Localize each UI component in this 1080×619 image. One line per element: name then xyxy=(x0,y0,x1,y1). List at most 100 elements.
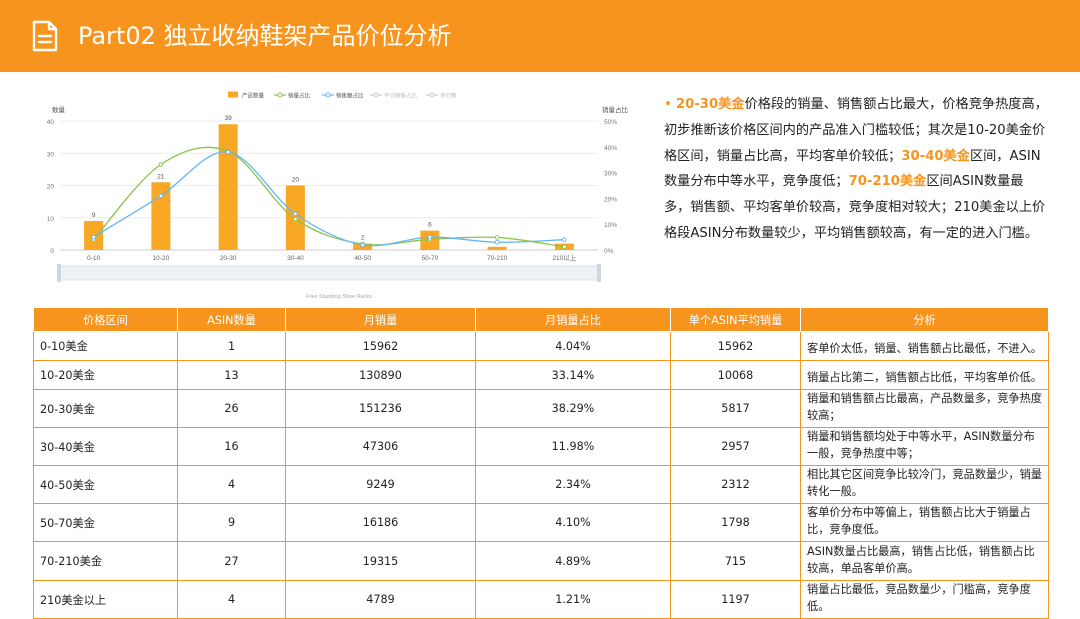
y-left-tick-label: 0 xyxy=(50,248,54,255)
table-cell: 27 xyxy=(177,541,286,581)
table-row: 50-70美金 9 16186 4.10% 1798 客单价分布中等偏上，销售额占比大于销… xyxy=(33,503,1049,542)
x-tick-label: 30-40 xyxy=(287,255,304,262)
y-left-tick-label: 30 xyxy=(47,151,55,158)
series-point xyxy=(293,216,298,222)
table-cell: 10-20美金 xyxy=(33,360,178,390)
table-cell: 47306 xyxy=(285,427,476,466)
table-row: 40-50美金 4 9249 2.34% 2312 相比其它区间竞争比较冷门，竞品数量少，… xyxy=(33,465,1049,504)
series-point xyxy=(360,242,365,248)
bar-20-30 xyxy=(218,124,238,250)
series-point xyxy=(562,244,567,250)
table-cell: 13 xyxy=(177,360,286,390)
table-cell: 70-210美金 xyxy=(33,541,178,581)
table-cell: 2312 xyxy=(670,465,801,504)
bar-data-label: 21 xyxy=(157,173,165,180)
bar-data-label: 20 xyxy=(292,177,300,184)
legend-label: 销售额占比 xyxy=(336,92,364,100)
bar-70-210 xyxy=(487,246,507,250)
series-point xyxy=(494,240,500,245)
table-cell-analysis: 销量占比第二，销售额占比低，平均客单价低。 xyxy=(800,360,1049,390)
table-row: 30-40美金 16 47306 11.98% 2957 销量和销售额均处于中等水平，AS… xyxy=(33,427,1049,466)
page-title: Part02 独立收纳鞋架产品价位分析 xyxy=(78,22,452,50)
table-cell-analysis: 销量占比最低，竞品数量少，门槛高，竞争度低。 xyxy=(800,580,1049,619)
table-cell: 4.89% xyxy=(475,541,671,581)
x-tick-label: 210以上 xyxy=(552,253,576,262)
table-cell-analysis: 销量和销售额占比最高，产品数量多，竞争热度较高； xyxy=(800,389,1049,428)
series-point xyxy=(91,234,96,240)
table-cell: 20-30美金 xyxy=(33,389,178,428)
bar-data-label: 39 xyxy=(225,115,233,122)
table-cell: 1197 xyxy=(670,580,801,619)
x-tick-label: 50-70 xyxy=(422,255,439,262)
table-cell: 38.29% xyxy=(475,389,671,428)
table-cell: 50-70美金 xyxy=(33,503,178,542)
legend-swatch-marker xyxy=(325,92,331,98)
table-cell: 11.98% xyxy=(475,427,671,466)
chart-caption: Free Standing Shoe Racks xyxy=(306,294,372,300)
table-header-cell: 月销量 xyxy=(285,307,476,332)
legend-label: 销量占比 xyxy=(288,92,311,100)
table-row: 10-20美金 13 130890 33.14% 10068 销量占比第二，销售额占比低，… xyxy=(33,360,1049,390)
document-icon xyxy=(32,20,58,52)
table-header-cell: 分析 xyxy=(800,307,1049,332)
analysis-paragraph: • 20-30美金价格段的销量、销售额占比最大，价格竞争热度高，初步推断该价格区… xyxy=(664,92,1048,247)
table-cell: 130890 xyxy=(285,360,476,390)
table-cell: 1.21% xyxy=(475,580,671,619)
table-cell: 26 xyxy=(177,389,286,428)
table-cell: 151236 xyxy=(285,389,476,428)
table-cell: 16186 xyxy=(285,503,476,542)
y-left-tick-label: 10 xyxy=(47,216,55,223)
legend-swatch-marker xyxy=(277,92,283,98)
table-cell: 4 xyxy=(177,465,286,504)
bar-data-label: 9 xyxy=(92,212,96,219)
table-cell: 15962 xyxy=(670,331,801,361)
x-tick-label: 70-210 xyxy=(487,255,508,262)
series-point xyxy=(427,234,433,240)
table-header-cell: ASIN数量 xyxy=(177,307,286,332)
table-cell-analysis: 相比其它区间竞争比较冷门，竞品数量少，销量转化一般。 xyxy=(800,465,1049,504)
x-tick-label: 0-10 xyxy=(87,255,100,262)
bullet-marker: • xyxy=(664,97,676,112)
table-cell-analysis: 客单价太低，销量、销售额占比最低，不进入。 xyxy=(800,331,1049,361)
table-cell: 4789 xyxy=(285,580,476,619)
table-cell: 9249 xyxy=(285,465,476,504)
series-point xyxy=(158,162,164,167)
y-right-tick-label: 10% xyxy=(604,222,617,229)
table-cell: 210美金以上 xyxy=(33,580,178,619)
price-table: 价格区间 ASIN数量 月销量 月销量占比 单个ASIN平均销量 分析 0-10美金 1 15… xyxy=(33,307,1049,619)
chart-svg: 0102030400%10%20%30%40%50%数量 销量占比产品数量 销量占比… xyxy=(47,91,629,300)
table-cell: 16 xyxy=(177,427,286,466)
table-header-row: 价格区间 ASIN数量 月销量 月销量占比 单个ASIN平均销量 分析 xyxy=(33,307,1049,332)
x-tick-label: 20-30 xyxy=(220,255,237,262)
table-cell: 40-50美金 xyxy=(33,465,178,504)
table-cell: 2.34% xyxy=(475,465,671,504)
y-right-tick-label: 30% xyxy=(604,171,617,178)
table-cell-analysis: 销量和销售额均处于中等水平，ASIN数量分布一般，竞争热度中等； xyxy=(800,427,1049,466)
legend-swatch-marker xyxy=(429,92,435,98)
table-cell: 19315 xyxy=(285,541,476,581)
table-cell: 4.10% xyxy=(475,503,671,542)
bar-10-20 xyxy=(151,182,171,250)
series-point xyxy=(158,193,164,199)
zoom-slider-handle xyxy=(57,264,61,282)
series-point xyxy=(293,211,298,217)
y-right-tick-label: 50% xyxy=(604,119,617,126)
table-cell: 4.04% xyxy=(475,331,671,361)
table-cell: 33.14% xyxy=(475,360,671,390)
legend-swatch xyxy=(228,91,238,98)
bar-data-label: 6 xyxy=(428,222,432,229)
y-right-axis-title: 销量占比 xyxy=(602,105,629,114)
table-header-cell: 单个ASIN平均销量 xyxy=(670,307,801,332)
table-cell: 5817 xyxy=(670,389,801,428)
series-point xyxy=(562,237,567,242)
table-row: 0-10美金 1 15962 4.04% 15962 客单价太低，销量、销售额占比最低，不… xyxy=(33,331,1049,361)
table-cell: 715 xyxy=(670,541,801,581)
table-cell: 4 xyxy=(177,580,286,619)
zoom-slider-handle xyxy=(597,264,601,282)
zoom-slider-track xyxy=(59,265,599,281)
table-cell-analysis: 客单价分布中等偏上，销售额占比大于销量占比，竞争度低。 xyxy=(800,503,1049,542)
y-right-tick-label: 0% xyxy=(604,248,614,255)
table-row: 210美金以上 4 4789 1.21% 1197 销量占比最低，竞品数量少，门槛高，竞争… xyxy=(33,580,1049,619)
table-header-cell: 月销量占比 xyxy=(475,307,671,332)
highlight-price-range: 30-40美金 xyxy=(901,148,970,164)
